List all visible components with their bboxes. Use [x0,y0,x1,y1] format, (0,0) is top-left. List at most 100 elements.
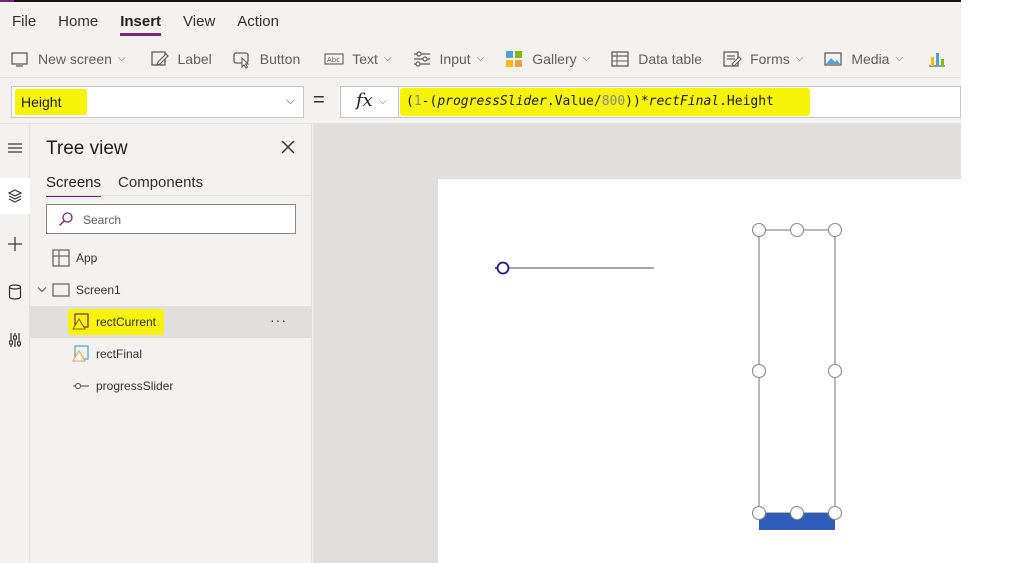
tree-node-app[interactable]: App [30,242,312,274]
more-options-icon[interactable]: ··· [270,312,287,328]
resize-handle[interactable] [751,222,767,238]
input-button-label: Input [439,50,471,67]
resize-handle[interactable] [827,363,843,379]
chevron-down-icon[interactable] [37,286,47,294]
insert-rail-button[interactable] [0,226,30,262]
tree-node-progress-slider[interactable]: progressSlider [30,370,312,402]
formula-token: .Value/ [546,94,602,109]
power-apps-studio: File Home Insert View Action New screen … [0,0,961,563]
slider-handle[interactable] [496,261,510,275]
tree-tabs: Screens Components [46,174,220,197]
tree-node-label: Screen1 [76,283,121,297]
chevron-down-icon: ⌵ [795,53,804,64]
panel-title: Tree view [46,138,128,159]
tree-node-rect-current[interactable]: rectCurrent ··· [30,306,312,338]
chevron-down-icon: ⌵ [285,93,295,107]
tree-node-rect-final[interactable]: rectFinal [30,338,312,370]
chevron-down-icon: ⌵ [117,53,126,64]
menu-home[interactable]: Home [58,2,98,40]
new-screen-icon [11,51,28,67]
formula-token: -( [421,94,438,109]
chevron-down-icon: ⌵ [895,53,904,64]
gallery-button[interactable]: Gallery ⌵ [494,40,600,78]
data-table-button-label: Data table [638,50,703,67]
resize-handle[interactable] [789,222,805,238]
advanced-tools-rail-button[interactable] [0,322,30,358]
function-button[interactable]: fx ⌵ [340,86,398,118]
chevron-down-icon: ⌵ [383,53,392,64]
layers-icon [7,189,23,203]
button-button[interactable]: Button [222,40,310,78]
fx-icon: fx [356,90,373,111]
search-placeholder: Search [83,213,122,227]
left-rail [0,124,30,563]
search-icon [59,212,73,226]
tab-screens[interactable]: Screens [46,174,102,197]
formula-number: 800 [601,94,626,109]
input-icon [413,50,430,67]
rect-final-control[interactable] [758,229,836,514]
button-button-label: Button [259,50,301,67]
formula-number: 1 [413,94,422,109]
new-screen-label: New screen [38,50,112,67]
forms-button[interactable]: Forms ⌵ [712,40,813,78]
menu-file[interactable]: File [12,2,36,40]
resize-handle[interactable] [789,505,805,521]
media-button[interactable]: Media ⌵ [813,40,913,78]
tree-view-rail-button[interactable] [0,178,30,214]
formula-input[interactable]: (1-(progressSlider.Value/800))*rectFinal… [398,86,961,118]
insert-ribbon: New screen ⌵ Label Button Abc Text ⌵ Inp… [0,40,961,78]
resize-handle[interactable] [751,505,767,521]
tree-node-screen1[interactable]: Screen1 [30,274,312,306]
chevron-down-icon: ⌵ [379,96,387,107]
resize-handle[interactable] [827,505,843,521]
formula-token: ))* [625,94,649,109]
rect-final-outline [758,229,836,514]
canvas-controls [495,222,843,530]
equals-sign: = [313,89,325,111]
tab-components[interactable]: Components [118,174,203,195]
input-button[interactable]: Input ⌵ [402,40,495,78]
data-rail-button[interactable] [0,274,30,310]
shape-icon [72,313,89,330]
charts-button[interactable] [917,40,961,78]
menu-view[interactable]: View [183,2,215,40]
chevron-down-icon: ⌵ [582,53,591,64]
resize-handle[interactable] [751,363,767,379]
label-icon [150,50,169,66]
property-dropdown[interactable]: Height ⌵ [11,86,304,118]
formula-token: ( [406,94,414,109]
tree-node-label: App [76,251,98,265]
menu-bar: File Home Insert View Action [0,2,961,40]
data-table-button[interactable]: Data table [600,40,712,78]
data-table-icon [611,50,629,67]
menu-action[interactable]: Action [237,2,279,40]
close-icon[interactable] [278,137,298,157]
media-icon [824,51,842,66]
forms-button-label: Forms [750,50,790,67]
plus-icon [8,237,22,251]
text-button[interactable]: Abc Text ⌵ [314,40,401,78]
formula-text: (1-(progressSlider.Value/800))*rectFinal… [406,94,774,109]
media-button-label: Media [851,50,890,67]
resize-handle[interactable] [827,222,843,238]
progress-slider-control[interactable] [495,261,654,275]
selection-handles [751,222,843,521]
label-button-label: Label [177,50,212,67]
tree-node-label: rectFinal [96,347,143,361]
text-button-label: Text [352,50,378,67]
new-screen-button[interactable]: New screen ⌵ [0,40,136,78]
forms-icon [723,50,742,67]
tree-view-panel: Tree view Screens Components Search App … [30,124,312,563]
hamburger-menu-button[interactable] [0,130,30,166]
formula-bar: Height ⌵ = fx ⌵ (1-(progressSlider.Value… [0,78,961,124]
menu-insert[interactable]: Insert [120,2,161,40]
button-icon [233,51,250,69]
search-input[interactable]: Search [46,204,296,234]
formula-token: .Height [719,94,774,109]
tree-node-label: rectCurrent [96,315,157,329]
slider-icon [73,382,89,390]
label-button[interactable]: Label [140,40,222,78]
shape-icon [72,345,89,362]
gallery-button-label: Gallery [532,50,577,67]
